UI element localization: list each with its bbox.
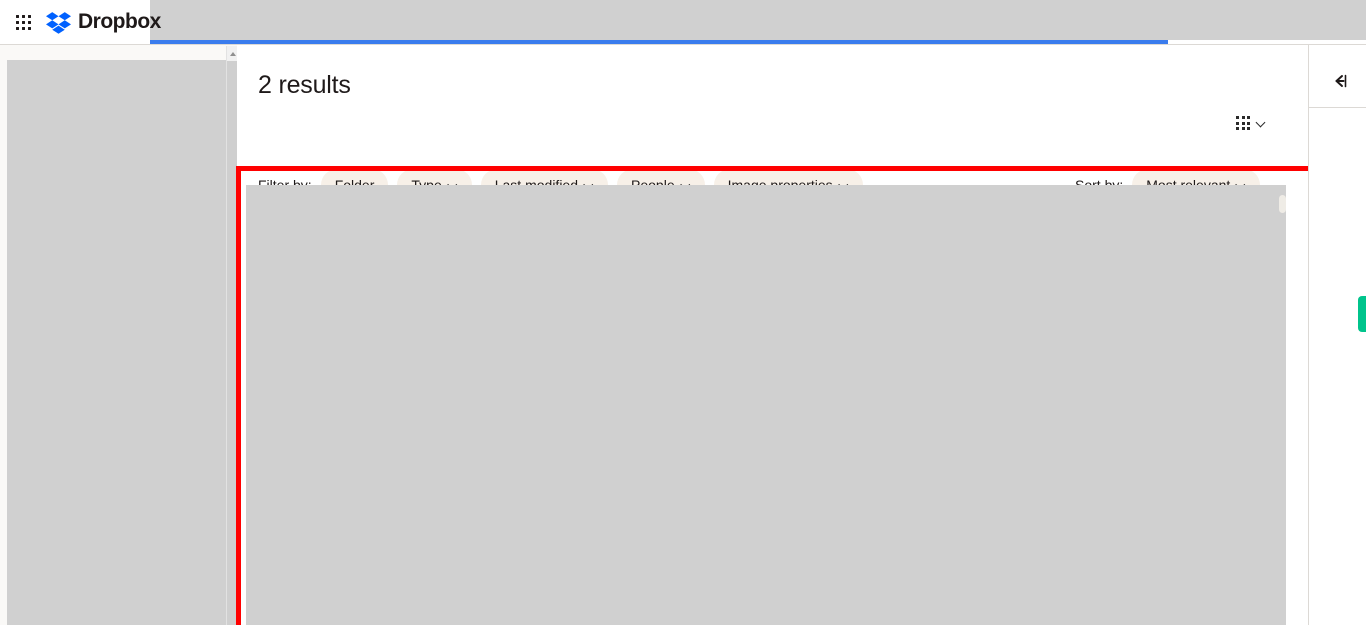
- dropbox-home-link[interactable]: Dropbox: [46, 9, 161, 34]
- results-count-heading: 2 results: [258, 71, 351, 99]
- results-list-region: [244, 182, 1296, 625]
- sidebar-scrollbar[interactable]: [226, 46, 237, 625]
- grid-view-icon: [1236, 116, 1250, 130]
- sidebar-scrollbar-thumb[interactable]: [227, 61, 237, 625]
- global-search-field-redacted[interactable]: [150, 0, 1366, 40]
- rail-divider: [1309, 107, 1366, 108]
- arrow-left-to-bar-icon: [1335, 74, 1347, 88]
- dropbox-search-page: Dropbox 2 results Filter by: Folder Type: [0, 0, 1366, 625]
- dropbox-wordmark: Dropbox: [78, 10, 161, 33]
- apps-grid-icon[interactable]: [14, 13, 32, 31]
- results-content-redacted: [246, 185, 1286, 625]
- search-results-pane: 2 results Filter by: Folder Type Last mo…: [237, 44, 1308, 625]
- results-scrollbar-thumb[interactable]: [1279, 195, 1286, 213]
- top-navigation-bar: Dropbox: [0, 0, 1366, 44]
- sidebar-content-redacted: [7, 60, 230, 625]
- topbar-brand-area: Dropbox: [0, 0, 161, 44]
- left-sidebar-pane: [0, 44, 237, 625]
- view-switcher-button[interactable]: [1236, 116, 1266, 130]
- notification-tab-handle[interactable]: [1358, 296, 1366, 332]
- chevron-down-icon: [1257, 119, 1266, 128]
- collapse-panel-button[interactable]: [1326, 67, 1354, 95]
- scroll-up-arrow-icon[interactable]: [227, 46, 237, 61]
- right-side-rail: [1308, 44, 1366, 625]
- results-scrollbar[interactable]: [1279, 182, 1286, 625]
- search-focus-underline: [150, 40, 1168, 44]
- dropbox-logo-icon: [46, 12, 71, 34]
